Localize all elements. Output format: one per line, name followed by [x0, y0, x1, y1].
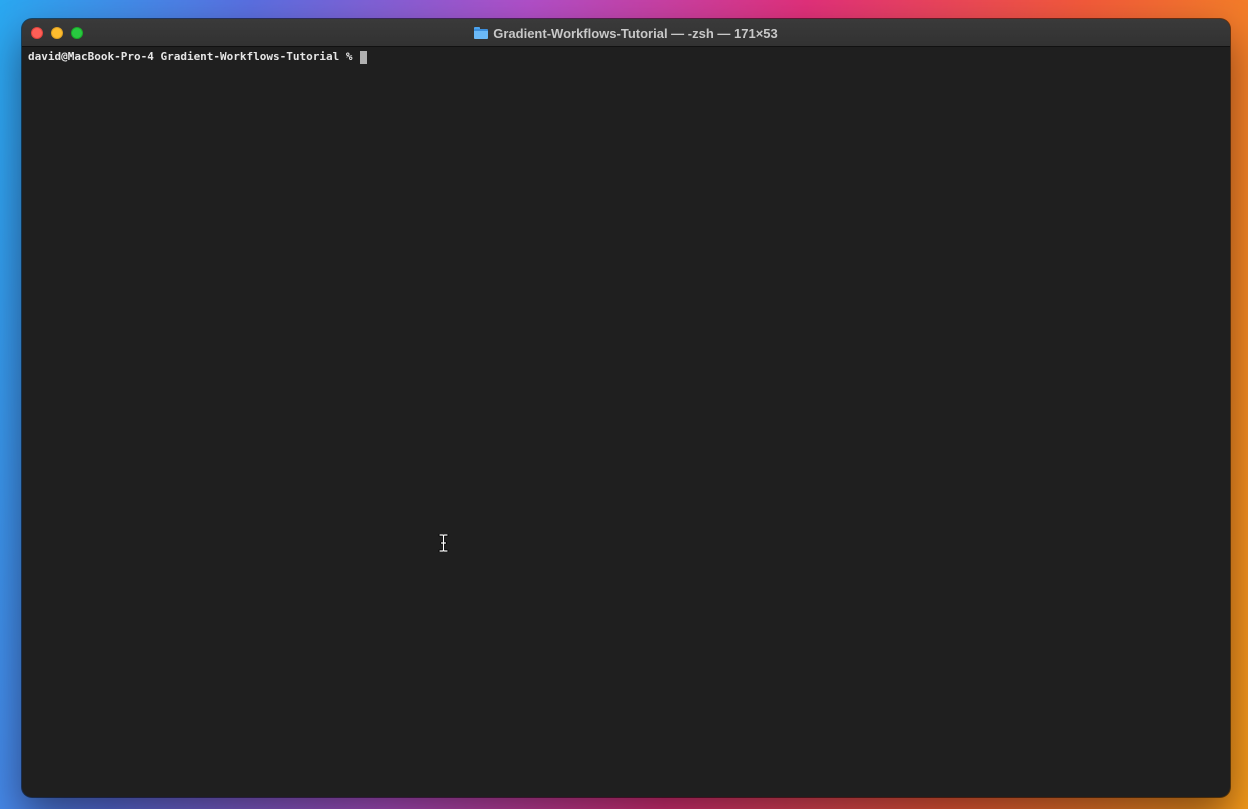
ibeam-cursor-icon — [438, 534, 449, 552]
window-title: Gradient-Workflows-Tutorial — -zsh — 171… — [22, 19, 1230, 47]
shell-prompt: david@MacBook-Pro-4 Gradient-Workflows-T… — [28, 50, 360, 63]
text-cursor — [360, 50, 368, 64]
terminal-window[interactable]: Gradient-Workflows-Tutorial — -zsh — 171… — [22, 19, 1230, 797]
prompt-line: david@MacBook-Pro-4 Gradient-Workflows-T… — [28, 50, 1224, 64]
window-title-text: Gradient-Workflows-Tutorial — -zsh — 171… — [493, 25, 778, 41]
terminal-output[interactable]: david@MacBook-Pro-4 Gradient-Workflows-T… — [28, 50, 1224, 791]
title-bar[interactable]: Gradient-Workflows-Tutorial — -zsh — 171… — [22, 19, 1230, 47]
folder-icon — [474, 27, 489, 39]
